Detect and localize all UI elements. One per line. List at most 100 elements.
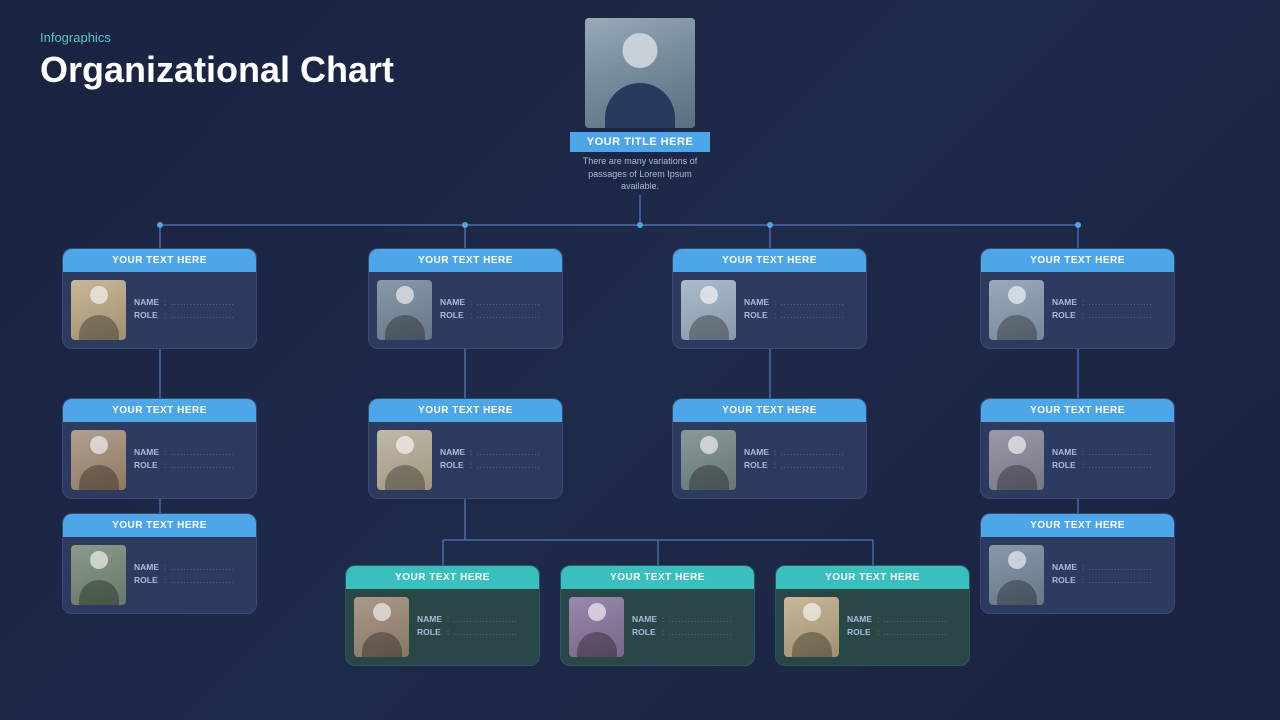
node-name-label-n8: NAME [1052,447,1080,457]
page-title: Organizational Chart [40,49,394,91]
node-info-n3: NAME : .................... ROLE : .....… [744,297,858,323]
node-role-row-n13: ROLE : .................... [1052,575,1166,585]
node-name-dots-n8: : .................... [1082,448,1153,457]
node-role-row-n9: ROLE : .................... [134,575,248,585]
node-body-n9: NAME : .................... ROLE : .....… [63,537,256,613]
node-role-row-n11: ROLE : .................... [632,627,746,637]
node-body-n12: NAME : .................... ROLE : .....… [776,589,969,665]
infographics-label: Infographics [40,30,394,45]
node-card-n12: YOUR TEXT HERE NAME : ..................… [775,565,970,666]
node-avatar-n5 [71,430,126,490]
node-avatar-n11 [569,597,624,657]
node-card-n5: YOUR TEXT HERE NAME : ..................… [62,398,257,499]
node-role-label-n12: ROLE [847,627,875,637]
root-photo [585,18,695,128]
node-info-n11: NAME : .................... ROLE : .....… [632,614,746,640]
node-header-n1: YOUR TEXT HERE [63,249,256,272]
node-role-dots-n2: : .................... [470,311,541,320]
node-avatar-n1 [71,280,126,340]
node-role-row-n10: ROLE : .................... [417,627,531,637]
node-name-dots-n11: : .................... [662,615,733,624]
node-name-row-n10: NAME : .................... [417,614,531,624]
node-name-label-n6: NAME [440,447,468,457]
node-info-n4: NAME : .................... ROLE : .....… [1052,297,1166,323]
node-body-n7: NAME : .................... ROLE : .....… [673,422,866,498]
node-avatar-n4 [989,280,1044,340]
node-avatar-n8 [989,430,1044,490]
root-node: YOUR TITLE HERE There are many variation… [570,18,710,193]
node-header-n3: YOUR TEXT HERE [673,249,866,272]
node-role-dots-n3: : .................... [774,311,845,320]
node-role-dots-n9: : .................... [164,576,235,585]
node-header-n7: YOUR TEXT HERE [673,399,866,422]
node-name-label-n9: NAME [134,562,162,572]
node-name-dots-n12: : .................... [877,615,948,624]
node-name-label-n3: NAME [744,297,772,307]
node-card-n6: YOUR TEXT HERE NAME : ..................… [368,398,563,499]
node-name-dots-n3: : .................... [774,298,845,307]
node-role-label-n3: ROLE [744,310,772,320]
node-avatar-n13 [989,545,1044,605]
node-name-row-n11: NAME : .................... [632,614,746,624]
node-name-row-n4: NAME : .................... [1052,297,1166,307]
node-name-label-n2: NAME [440,297,468,307]
node-name-dots-n6: : .................... [470,448,541,457]
node-name-row-n12: NAME : .................... [847,614,961,624]
node-avatar-n10 [354,597,409,657]
node-name-dots-n4: : .................... [1082,298,1153,307]
node-card-n8: YOUR TEXT HERE NAME : ..................… [980,398,1175,499]
node-role-dots-n13: : .................... [1082,576,1153,585]
node-role-dots-n12: : .................... [877,628,948,637]
node-name-row-n9: NAME : .................... [134,562,248,572]
node-body-n5: NAME : .................... ROLE : .....… [63,422,256,498]
node-card-n7: YOUR TEXT HERE NAME : ..................… [672,398,867,499]
node-body-n6: NAME : .................... ROLE : .....… [369,422,562,498]
node-role-label-n4: ROLE [1052,310,1080,320]
node-card-n10: YOUR TEXT HERE NAME : ..................… [345,565,540,666]
page: Infographics Organizational Chart [0,0,1280,720]
node-role-dots-n10: : .................... [447,628,518,637]
node-card-n3: YOUR TEXT HERE NAME : ..................… [672,248,867,349]
node-info-n2: NAME : .................... ROLE : .....… [440,297,554,323]
node-role-row-n7: ROLE : .................... [744,460,858,470]
root-title-label: YOUR TITLE HERE [570,132,710,152]
node-name-dots-n2: : .................... [470,298,541,307]
node-role-row-n1: ROLE : .................... [134,310,248,320]
node-role-dots-n1: : .................... [164,311,235,320]
node-name-row-n6: NAME : .................... [440,447,554,457]
node-card-n11: YOUR TEXT HERE NAME : ..................… [560,565,755,666]
node-avatar-n6 [377,430,432,490]
node-role-label-n7: ROLE [744,460,772,470]
node-body-n2: NAME : .................... ROLE : .....… [369,272,562,348]
node-card-n2: YOUR TEXT HERE NAME : ..................… [368,248,563,349]
node-name-dots-n5: : .................... [164,448,235,457]
node-avatar-n2 [377,280,432,340]
node-role-label-n11: ROLE [632,627,660,637]
node-info-n7: NAME : .................... ROLE : .....… [744,447,858,473]
node-info-n8: NAME : .................... ROLE : .....… [1052,447,1166,473]
root-description: There are many variations of passages of… [570,155,710,193]
node-header-n10: YOUR TEXT HERE [346,566,539,589]
node-name-dots-n13: : .................... [1082,563,1153,572]
node-role-label-n2: ROLE [440,310,468,320]
node-role-label-n8: ROLE [1052,460,1080,470]
node-info-n10: NAME : .................... ROLE : .....… [417,614,531,640]
node-name-row-n2: NAME : .................... [440,297,554,307]
node-header-n2: YOUR TEXT HERE [369,249,562,272]
node-body-n1: NAME : .................... ROLE : .....… [63,272,256,348]
node-avatar-n12 [784,597,839,657]
node-role-row-n4: ROLE : .................... [1052,310,1166,320]
node-role-dots-n11: : .................... [662,628,733,637]
node-role-dots-n7: : .................... [774,461,845,470]
node-name-row-n3: NAME : .................... [744,297,858,307]
node-info-n13: NAME : .................... ROLE : .....… [1052,562,1166,588]
node-name-dots-n9: : .................... [164,563,235,572]
node-name-label-n1: NAME [134,297,162,307]
node-info-n9: NAME : .................... ROLE : .....… [134,562,248,588]
node-body-n8: NAME : .................... ROLE : .....… [981,422,1174,498]
node-header-n11: YOUR TEXT HERE [561,566,754,589]
node-name-label-n12: NAME [847,614,875,624]
node-name-dots-n7: : .................... [774,448,845,457]
node-info-n1: NAME : .................... ROLE : .....… [134,297,248,323]
node-role-label-n1: ROLE [134,310,162,320]
